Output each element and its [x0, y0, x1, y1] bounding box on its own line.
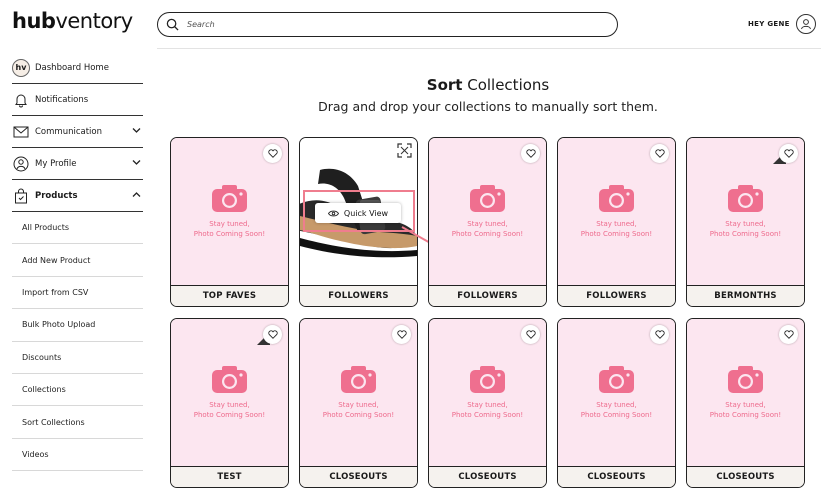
collection-name: CLOSEOUTS: [558, 466, 675, 487]
collection-name: CLOSEOUTS: [300, 466, 417, 487]
sidebar-item-label: Communication: [35, 126, 102, 137]
favorite-heart-button[interactable]: [263, 144, 282, 163]
sidebar-item-dashboard-home[interactable]: hv Dashboard Home: [12, 52, 143, 84]
favorite-heart-button[interactable]: [650, 144, 669, 163]
heart-icon: [396, 330, 407, 339]
user-avatar[interactable]: [796, 14, 816, 34]
sidebar-subitem-discounts[interactable]: Discounts: [12, 342, 143, 374]
favorite-heart-button[interactable]: [779, 325, 798, 344]
hv-logo-icon: hv: [12, 58, 30, 77]
favorite-heart-button[interactable]: [521, 325, 540, 344]
quick-view-button[interactable]: Quick View: [315, 203, 401, 223]
favorite-heart-button[interactable]: [779, 144, 798, 163]
user-circle-icon: [12, 155, 30, 173]
chevron-down-icon[interactable]: [132, 159, 141, 166]
collection-card[interactable]: Stay tuned, Photo Coming Soon! FOLLOWERS: [428, 137, 547, 307]
sidebar-item-label: Products: [35, 190, 78, 201]
sidebar-subitem-collections[interactable]: Collections: [12, 374, 143, 407]
sidebar-subitem-videos[interactable]: Videos: [12, 439, 143, 472]
sidebar-subitem-all-products[interactable]: All Products: [12, 212, 143, 245]
collection-name: FOLLOWERS: [558, 285, 675, 306]
favorite-heart-button[interactable]: [263, 325, 282, 344]
sidebar-item-notifications[interactable]: Notifications: [12, 84, 143, 116]
collection-name: TOP FAVES: [171, 285, 288, 306]
page-title: Sort Collections: [426, 76, 550, 94]
collection-name: BERMONTHS: [687, 285, 804, 306]
camera-icon: [212, 366, 247, 393]
search-bar[interactable]: [157, 12, 618, 37]
collection-name: CLOSEOUTS: [687, 466, 804, 487]
sidebar: hv Dashboard Home Notifications Communic…: [12, 52, 143, 472]
sidebar-subitem-import-csv[interactable]: Import from CSV: [12, 277, 143, 310]
camera-icon: [470, 185, 505, 212]
expand-icon[interactable]: [397, 143, 412, 158]
camera-icon: [728, 185, 763, 212]
search-icon: [166, 18, 179, 31]
shopping-bag-icon: [12, 187, 30, 205]
camera-icon: [341, 366, 376, 393]
camera-icon: [212, 185, 247, 212]
heart-icon: [654, 149, 665, 158]
top-header: hubventory HEY GENE: [0, 0, 836, 48]
sidebar-item-label: My Profile: [35, 158, 77, 169]
collection-card[interactable]: Quick View FOLLOWERS: [299, 137, 418, 307]
favorite-heart-button[interactable]: [392, 325, 411, 344]
camera-icon: [728, 366, 763, 393]
heart-icon: [783, 149, 794, 158]
camera-icon: [599, 366, 634, 393]
camera-icon: [599, 185, 634, 212]
search-input[interactable]: [187, 20, 587, 29]
bell-icon: [12, 91, 30, 109]
sidebar-item-my-profile[interactable]: My Profile: [12, 148, 143, 180]
collection-name: FOLLOWERS: [429, 285, 546, 306]
envelope-icon: [12, 123, 30, 141]
chevron-down-icon[interactable]: [132, 127, 141, 134]
collection-name: FOLLOWERS: [300, 285, 417, 306]
page-subtitle: Drag and drop your collections to manual…: [318, 99, 658, 114]
chevron-up-icon[interactable]: [132, 191, 141, 198]
eye-icon: [327, 210, 339, 216]
favorite-heart-button[interactable]: [521, 144, 540, 163]
collection-name: TEST: [171, 466, 288, 487]
collection-card[interactable]: Stay tuned, Photo Coming Soon! TOP FAVES: [170, 137, 289, 307]
user-greeting: HEY GENE: [748, 20, 790, 28]
collection-card[interactable]: Stay tuned, Photo Coming Soon! CLOSEOUTS: [299, 318, 418, 488]
sidebar-item-label: Notifications: [35, 94, 89, 105]
collection-card[interactable]: Stay tuned, Photo Coming Soon! BERMONTHS: [686, 137, 805, 307]
collection-card[interactable]: Stay tuned, Photo Coming Soon! CLOSEOUTS: [686, 318, 805, 488]
header-divider: [157, 48, 821, 49]
collection-card[interactable]: Stay tuned, Photo Coming Soon! FOLLOWERS: [557, 137, 676, 307]
hubventory-logo[interactable]: hubventory: [12, 9, 133, 33]
camera-icon: [470, 366, 505, 393]
sidebar-subitem-bulk-photo-upload[interactable]: Bulk Photo Upload: [12, 309, 143, 342]
heart-icon: [654, 330, 665, 339]
sidebar-item-label: Dashboard Home: [35, 62, 109, 73]
collection-card[interactable]: Stay tuned, Photo Coming Soon! CLOSEOUTS: [557, 318, 676, 488]
sidebar-subitem-add-new-product[interactable]: Add New Product: [12, 244, 143, 277]
heart-icon: [267, 330, 278, 339]
heart-icon: [525, 149, 536, 158]
sidebar-subitem-sort-collections[interactable]: Sort Collections: [12, 406, 143, 439]
heart-icon: [267, 149, 278, 158]
collection-name: CLOSEOUTS: [429, 466, 546, 487]
collection-card[interactable]: Stay tuned, Photo Coming Soon! CLOSEOUTS: [428, 318, 547, 488]
favorite-heart-button[interactable]: [650, 325, 669, 344]
collection-card[interactable]: Stay tuned, Photo Coming Soon! TEST: [170, 318, 289, 488]
heart-icon: [525, 330, 536, 339]
user-icon: [801, 19, 811, 30]
sidebar-item-communication[interactable]: Communication: [12, 116, 143, 148]
sidebar-item-products[interactable]: Products: [12, 180, 143, 212]
heart-icon: [783, 330, 794, 339]
